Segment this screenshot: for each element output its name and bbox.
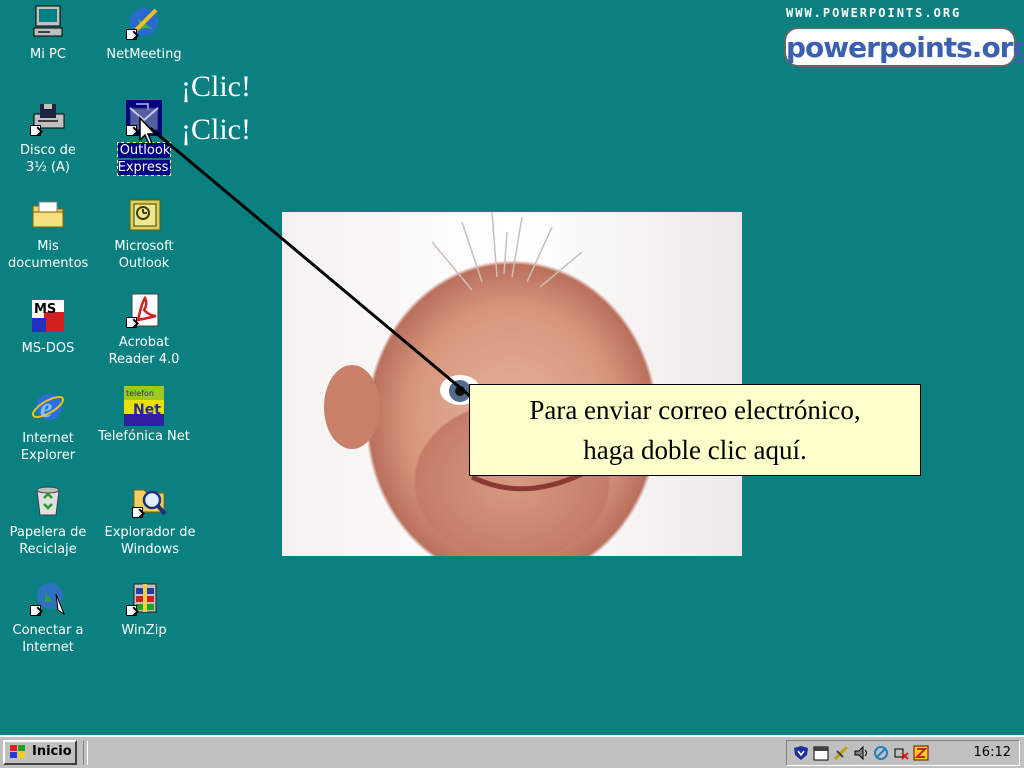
- callout-line-2: haga doble clic aquí.: [583, 435, 807, 465]
- start-button[interactable]: Inicio: [3, 740, 77, 765]
- network-link-icon[interactable]: [873, 745, 889, 761]
- connection-error-icon[interactable]: [893, 745, 909, 761]
- system-tray: 16:12: [786, 740, 1020, 766]
- taskbar-grip[interactable]: [83, 741, 88, 765]
- watermark-url: WWW.POWERPOINTS.ORG: [786, 6, 962, 20]
- volume-speaker-icon[interactable]: [853, 745, 869, 761]
- taskbar: Inicio 16:12: [0, 735, 1024, 768]
- desktop: Mi PC Disco de 3½ (A) Mis documentos MS …: [0, 0, 1024, 735]
- watermark-logo: powerpoints.org: [784, 27, 1024, 67]
- mouse-cursor-icon: [139, 116, 157, 145]
- taskbar-clock[interactable]: 16:12: [974, 745, 1011, 760]
- pointer-line: [149, 126, 471, 398]
- callout-line-1: Para enviar correo electrónico,: [529, 395, 861, 425]
- antivirus-shield-icon[interactable]: [793, 745, 809, 761]
- instruction-callout: Para enviar correo electrónico, haga dob…: [469, 384, 921, 476]
- power-plug-icon[interactable]: [833, 745, 849, 761]
- zonealarm-icon[interactable]: [913, 745, 929, 761]
- windows-logo-icon: [10, 745, 25, 758]
- start-label: Inicio: [32, 744, 72, 759]
- calendar-icon[interactable]: [813, 745, 829, 761]
